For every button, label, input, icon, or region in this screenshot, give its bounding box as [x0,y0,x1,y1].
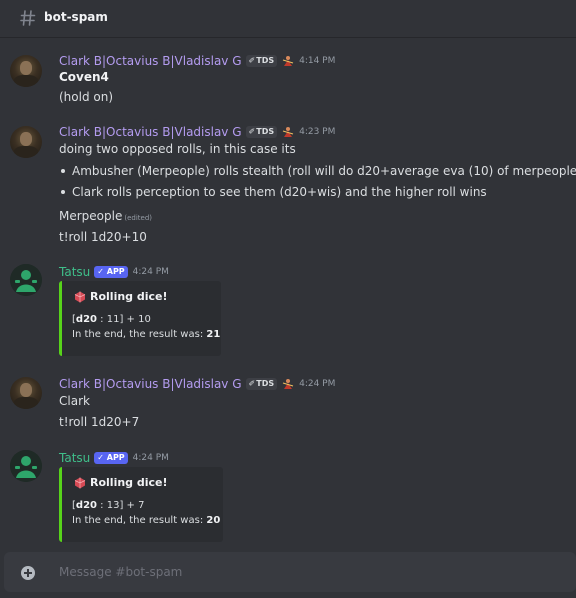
edited-label: (edited) [124,214,153,222]
message-text: (hold on) [59,90,114,104]
username[interactable]: Tatsu [59,451,90,465]
server-tag[interactable]: ✐ TDS [245,55,278,67]
avatar[interactable] [10,126,42,158]
bot-avatar-icon [10,450,42,482]
avatar[interactable] [10,264,42,296]
message-text: doing two opposed rolls, in this case it… [59,142,296,156]
bullet-icon [61,169,65,173]
app-badge: ✓ APP [94,266,128,278]
timestamp[interactable]: 4:24 PM [133,453,169,463]
roll-result: In the end, the result was: 20 [72,515,221,526]
message-text: t!roll 1d20+10 [59,230,147,244]
message-text: t!roll 1d20+7 [59,415,140,429]
avatar[interactable] [10,450,42,482]
avatar[interactable] [10,377,42,409]
character-icon [282,379,294,389]
die-icon [74,291,86,302]
timestamp[interactable]: 4:24 PM [299,379,335,389]
die-icon [74,477,86,488]
character-icon [282,127,294,137]
message-input[interactable] [59,561,559,583]
timestamp[interactable]: 4:24 PM [133,267,169,277]
embed-title: Rolling dice! [74,290,168,303]
message-text: Merpeople (edited) [59,209,153,223]
username[interactable]: Clark B|Octavius B|Vladislav G [59,125,242,139]
hash-icon [20,10,36,26]
pin-icon: ✐ [248,127,256,136]
server-tag[interactable]: ✐ TDS [245,378,278,390]
embed: Rolling dice! [d20 : 13] + 7 In the end,… [59,467,223,542]
timestamp[interactable]: 4:14 PM [299,56,335,66]
pin-icon: ✐ [248,56,256,65]
message: Clark B|Octavius B|Vladislav G ✐ TDS 4:14… [0,52,576,112]
channel-title: bot-spam [44,10,108,24]
roll-detail: [d20 : 13] + 7 [72,500,145,511]
roll-detail: [d20 : 11] + 10 [72,314,151,325]
avatar[interactable] [10,55,42,87]
list-item: Clark rolls perception to see them (d20+… [72,185,487,199]
message-text: Clark [59,394,90,408]
message: Clark B|Octavius B|Vladislav G ✐ TDS 4:24… [0,376,576,436]
bullet-icon [61,190,65,194]
username[interactable]: Tatsu [59,265,90,279]
timestamp[interactable]: 4:23 PM [299,127,335,137]
username[interactable]: Clark B|Octavius B|Vladislav G [59,377,242,391]
channel-header: bot-spam [0,0,576,38]
embed-title: Rolling dice! [74,476,168,489]
message-text: Coven4 [59,70,109,84]
roll-result: In the end, the result was: 21 [72,329,221,340]
character-icon [282,56,294,66]
list-item: Ambusher (Merpeople) rolls stealth (roll… [72,164,576,178]
message: Clark B|Octavius B|Vladislav G ✐ TDS 4:23… [0,124,576,248]
message-composer [4,552,576,592]
plus-circle-icon[interactable] [21,566,35,580]
embed: Rolling dice! [d20 : 11] + 10 In the end… [59,281,221,356]
bot-avatar-icon [10,264,42,296]
pin-icon: ✐ [248,379,256,388]
server-tag[interactable]: ✐ TDS [245,126,278,138]
message: Tatsu ✓ APP 4:24 PM Rolling dice! [d20 :… [0,264,576,360]
username[interactable]: Clark B|Octavius B|Vladislav G [59,54,242,68]
message: Tatsu ✓ APP 4:24 PM Rolling dice! [d20 :… [0,450,576,546]
app-badge: ✓ APP [94,452,128,464]
